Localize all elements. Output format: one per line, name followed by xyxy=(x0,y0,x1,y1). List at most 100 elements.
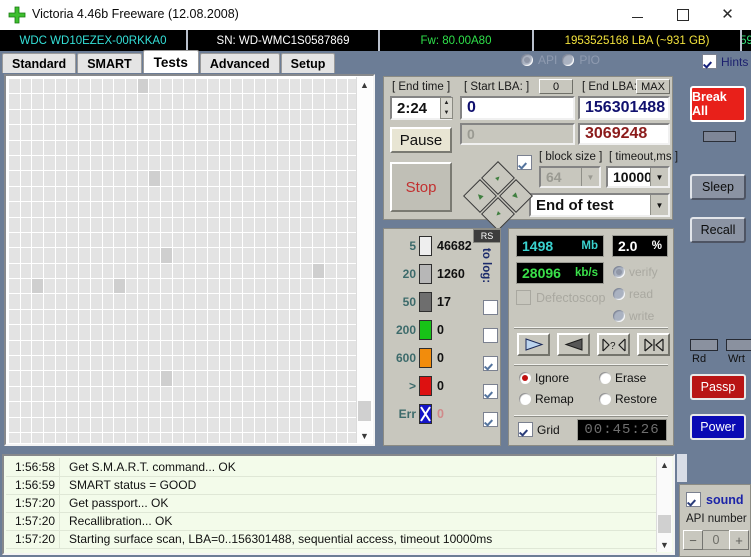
tab-standard[interactable]: Standard xyxy=(2,53,77,73)
timeout-combo[interactable]: 10000 ▼ xyxy=(606,166,670,188)
to-log-checkbox-50[interactable] xyxy=(483,300,498,315)
scan-cell xyxy=(67,155,79,171)
passport-button[interactable]: Passp xyxy=(690,374,746,400)
scan-cell xyxy=(125,263,137,279)
erase-radio[interactable] xyxy=(599,372,611,384)
defectoscop-row[interactable]: Defectoscop xyxy=(516,290,605,305)
end-lba-max-button[interactable]: MAX xyxy=(636,79,670,94)
sound-checkbox[interactable] xyxy=(686,492,701,507)
log-scroll-up-icon[interactable]: ▲ xyxy=(657,457,672,472)
pio-radio[interactable] xyxy=(562,54,575,66)
stats-threshold: 5 xyxy=(409,239,416,253)
read-option[interactable]: read xyxy=(613,287,653,301)
scrollbar-thumb[interactable] xyxy=(358,401,371,421)
defectoscop-checkbox[interactable] xyxy=(516,290,531,305)
scan-cell xyxy=(313,417,324,432)
remap-radio[interactable] xyxy=(519,393,531,405)
tab-setup[interactable]: Setup xyxy=(280,53,336,73)
write-radio[interactable] xyxy=(613,310,625,322)
grid-checkbox[interactable] xyxy=(518,422,533,437)
checkbox[interactable] xyxy=(483,300,498,315)
scan-cell xyxy=(231,232,242,248)
surface-scan-map[interactable]: ▲ ▼ xyxy=(4,74,375,446)
random-seek-button[interactable]: ? xyxy=(597,333,630,356)
scan-forward-button[interactable] xyxy=(517,333,550,356)
end-action-combo[interactable]: End of test ▼ xyxy=(529,193,670,217)
verify-option[interactable]: verify xyxy=(613,265,658,279)
ignore-option[interactable]: Ignore xyxy=(519,371,569,385)
write-option[interactable]: write xyxy=(613,309,654,323)
spinner-up-icon[interactable]: ▲ xyxy=(441,98,452,108)
read-radio[interactable] xyxy=(613,288,625,300)
scan-map-canvas[interactable] xyxy=(7,77,359,443)
log-scrollbar[interactable]: ▲ ▼ xyxy=(656,457,672,552)
rs-button[interactable]: RS xyxy=(473,229,501,243)
lba-navigation-dpad[interactable]: ▲ ◀ ▶ ▼ xyxy=(463,161,533,231)
to-log-checkbox-600[interactable] xyxy=(483,356,498,371)
scan-status-panel: 1498 Mb 2.0 % 28096 kb/s Defectoscop ver… xyxy=(508,228,674,446)
close-button[interactable]: ✕ xyxy=(705,0,750,29)
scan-map-scrollbar[interactable]: ▲ ▼ xyxy=(356,77,372,443)
sleep-button[interactable]: Sleep xyxy=(690,174,746,200)
chevron-down-icon[interactable]: ▼ xyxy=(650,168,668,186)
hints-checkbox[interactable] xyxy=(702,54,717,69)
pause-button[interactable]: Pause xyxy=(390,127,452,153)
scan-cell xyxy=(289,94,301,109)
log-scrollbar-thumb[interactable] xyxy=(658,515,671,533)
hints-toggle[interactable]: Hints xyxy=(702,54,748,69)
scan-cell xyxy=(278,109,289,125)
event-log-panel[interactable]: 1:56:58 Get S.M.A.R.T. command... OK 1:56… xyxy=(2,454,675,555)
scan-cell xyxy=(79,248,90,263)
to-log-checkbox-err[interactable] xyxy=(483,412,498,427)
start-lba-zero-button[interactable]: 0 xyxy=(539,79,573,94)
end-time-spinner[interactable]: ▲ ▼ xyxy=(440,97,453,119)
chevron-down-icon[interactable]: ▼ xyxy=(650,195,668,215)
end-lba-field[interactable]: 156301488 xyxy=(578,96,670,120)
tab-advanced[interactable]: Advanced xyxy=(199,53,280,73)
butterfly-seek-button[interactable] xyxy=(637,333,670,356)
checkbox[interactable] xyxy=(483,412,498,427)
stop-button[interactable]: Stop xyxy=(390,162,452,212)
scan-cell xyxy=(266,186,278,202)
scan-grid[interactable] xyxy=(9,79,359,443)
checkbox[interactable] xyxy=(483,384,498,399)
tab-tests[interactable]: Tests xyxy=(142,50,199,73)
recall-button[interactable]: Recall xyxy=(690,217,746,243)
chevron-down-icon[interactable]: ▼ xyxy=(581,168,599,186)
minimize-button[interactable] xyxy=(615,0,660,29)
to-log-checkbox-gt[interactable] xyxy=(483,384,498,399)
power-button[interactable]: Power xyxy=(690,414,746,440)
sound-toggle[interactable]: sound xyxy=(686,492,744,507)
checkbox[interactable] xyxy=(483,356,498,371)
scan-backward-button[interactable] xyxy=(557,333,590,356)
checkbox[interactable] xyxy=(483,328,498,343)
to-log-checkbox-200[interactable] xyxy=(483,328,498,343)
verify-radio[interactable] xyxy=(613,266,625,278)
tab-smart[interactable]: SMART xyxy=(77,53,142,73)
scan-cell xyxy=(313,232,324,248)
scroll-up-icon[interactable]: ▲ xyxy=(357,77,372,92)
scan-cell xyxy=(55,432,67,443)
api-number-decrement[interactable]: − xyxy=(683,530,703,550)
erase-option[interactable]: Erase xyxy=(599,371,646,385)
maximize-button[interactable] xyxy=(660,0,705,29)
api-number-increment[interactable]: + xyxy=(729,530,749,550)
restore-radio[interactable] xyxy=(599,393,611,405)
grid-toggle[interactable]: Grid xyxy=(518,422,560,437)
block-size-combo[interactable]: 64 ▼ xyxy=(539,166,601,188)
scan-cell xyxy=(231,125,242,140)
api-radio[interactable] xyxy=(521,54,533,66)
start-lba-field[interactable]: 0 xyxy=(460,96,575,120)
ignore-radio[interactable] xyxy=(519,372,531,384)
log-scroll-down-icon[interactable]: ▼ xyxy=(657,537,672,552)
spinner-down-icon[interactable]: ▼ xyxy=(441,108,452,118)
api-number-stepper[interactable]: − 0 + xyxy=(683,530,749,550)
dpad-enable-checkbox-wrap[interactable] xyxy=(517,155,532,173)
break-all-button[interactable]: Break All xyxy=(690,86,746,122)
restore-option[interactable]: Restore xyxy=(599,392,657,406)
scroll-down-icon[interactable]: ▼ xyxy=(357,428,372,443)
scan-cell xyxy=(9,125,20,140)
dpad-enable-checkbox[interactable] xyxy=(517,155,532,170)
scan-cell xyxy=(90,155,102,171)
remap-option[interactable]: Remap xyxy=(519,392,574,406)
